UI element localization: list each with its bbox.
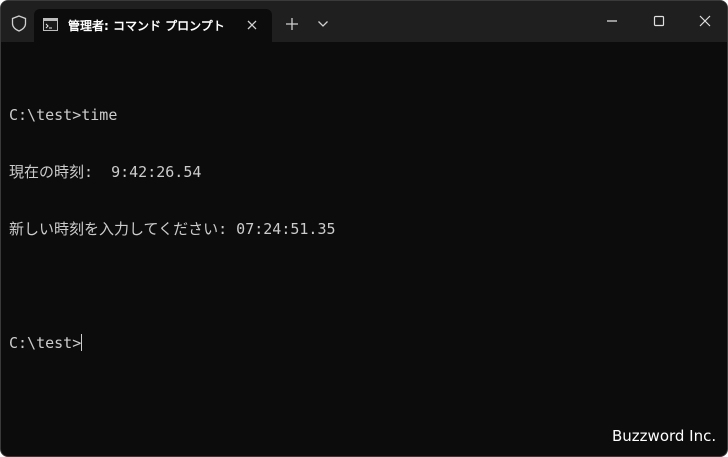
maximize-icon[interactable] (652, 14, 666, 28)
console-prompt-line: C:\test> (9, 334, 336, 353)
tab-title: 管理者: コマンド プロンプト (68, 19, 225, 33)
title-bar[interactable]: 管理者: コマンド プロンプト (1, 1, 727, 42)
close-icon[interactable] (698, 14, 712, 28)
command-prompt-icon (43, 18, 58, 31)
close-icon[interactable] (245, 18, 259, 32)
console-line: 現在の時刻: 9:42:26.54 (9, 163, 202, 181)
plus-icon[interactable] (285, 17, 299, 31)
console-line: C:\test>time (9, 106, 118, 124)
terminal-window: 管理者: コマンド プロンプト C:\test>time 現在の時刻: 9:42… (0, 0, 728, 457)
chevron-down-icon[interactable] (317, 20, 329, 28)
shield-icon (11, 15, 27, 32)
console-output[interactable]: C:\test>time 現在の時刻: 9:42:26.54 新しい時刻を入力し… (9, 68, 336, 391)
watermark: Buzzword Inc. (612, 427, 717, 445)
tab-command-prompt[interactable]: 管理者: コマンド プロンプト (34, 9, 272, 42)
console-prompt: C:\test> (9, 334, 82, 352)
console-line: 新しい時刻を入力してください: 07:24:51.35 (9, 220, 336, 238)
minimize-icon[interactable] (605, 14, 619, 28)
text-cursor (81, 334, 83, 351)
